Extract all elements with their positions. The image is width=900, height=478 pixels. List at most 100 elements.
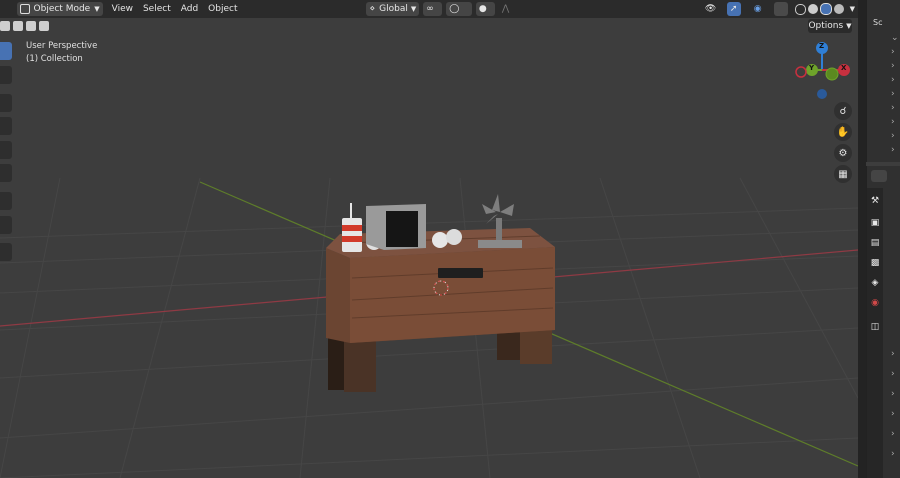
chevron-right-icon[interactable]: ›: [891, 90, 899, 99]
viewport-header: Object Mode ▼ View Select Add Object ⋄ G…: [0, 0, 858, 18]
output-tab[interactable]: ▤: [869, 236, 881, 250]
chevron-right-icon[interactable]: ›: [891, 132, 899, 141]
rotate-tool[interactable]: [0, 117, 12, 135]
chevron-right-icon[interactable]: ›: [891, 76, 899, 85]
pan-button[interactable]: ✋: [834, 123, 852, 141]
proportional-icon: ●: [478, 4, 487, 14]
transform-orientation-dropdown[interactable]: ⋄ Global ▼: [366, 2, 420, 16]
camera-icon: ⚙: [838, 147, 848, 159]
chevron-down-icon: ▼: [410, 5, 417, 13]
chevron-down-icon: ▼: [849, 5, 855, 13]
select-subtract-icon[interactable]: [26, 21, 36, 31]
select-tool[interactable]: [0, 42, 12, 60]
view-name: User Perspective: [26, 41, 98, 51]
fan-base: [478, 240, 522, 248]
chevron-right-icon[interactable]: ›: [891, 370, 899, 379]
options-button[interactable]: Options ▼: [808, 19, 852, 33]
visibility-dropdown[interactable]: 👁: [702, 2, 721, 16]
chevron-right-icon[interactable]: ›: [891, 48, 899, 57]
snap-icon: ◯: [449, 4, 460, 14]
selection-mode-buttons: [0, 19, 54, 33]
navigation-gizmo[interactable]: Z X Y: [792, 38, 854, 100]
world-icon: ◉: [871, 298, 879, 308]
pivot-icon: ∞: [426, 4, 434, 14]
outliner: Sc ⌄ › › › › › › › ›: [866, 0, 900, 162]
collection-label: (1) Collection: [26, 54, 83, 64]
perspective-toggle[interactable]: ▦: [834, 165, 852, 183]
measure-tool[interactable]: [0, 216, 12, 234]
box-icon: ◫: [870, 322, 880, 332]
snap-dropdown[interactable]: ◯: [446, 2, 472, 16]
viewport-scene: [0, 177, 858, 478]
select-new-icon[interactable]: [0, 21, 10, 31]
outliner-scene-label: Sc: [873, 18, 883, 27]
shading-modes[interactable]: [792, 2, 847, 16]
chevron-right-icon[interactable]: ›: [891, 118, 899, 127]
menu-select[interactable]: Select: [138, 2, 176, 16]
transform-tool[interactable]: [0, 164, 12, 182]
menu-object[interactable]: Object: [203, 2, 242, 16]
chevron-right-icon[interactable]: ›: [891, 390, 899, 399]
paper-ball: [432, 232, 448, 248]
proportional-edit-toggle[interactable]: ●: [475, 2, 495, 16]
add-cube-tool[interactable]: [0, 243, 12, 261]
select-intersect-icon[interactable]: [39, 21, 49, 31]
gizmo-z-label: Z: [819, 42, 825, 50]
gizmo-toggle[interactable]: ➚: [726, 2, 741, 16]
desk-front: [350, 247, 555, 343]
properties-editor: ⚒ ▣ ▤ ▩ ◈ ◉ ◫ › › › › › ›: [866, 166, 900, 478]
rendered-shading-icon[interactable]: [833, 4, 844, 14]
collection-tab[interactable]: ◫: [869, 320, 881, 334]
gizmo-icon: ➚: [729, 4, 738, 14]
3d-viewport[interactable]: User Perspective (1) Collection Options …: [0, 18, 858, 478]
render-tab[interactable]: ▣: [869, 216, 881, 230]
mode-icon: [19, 4, 30, 14]
view-layer-tab[interactable]: ▩: [869, 256, 881, 270]
wireframe-shading-icon[interactable]: [794, 3, 806, 15]
falloff-icon: ⋀: [501, 4, 510, 14]
wrench-icon: ⚒: [870, 196, 880, 206]
area-divider[interactable]: [858, 0, 866, 478]
pivot-dropdown[interactable]: ∞: [423, 2, 443, 16]
scene-tab[interactable]: ◈: [869, 276, 881, 290]
menu-add[interactable]: Add: [176, 2, 203, 16]
options-label: Options: [808, 21, 844, 31]
chevron-down-icon[interactable]: ⌄: [891, 34, 899, 43]
overlay-icon: ◉: [753, 4, 762, 14]
chevron-right-icon[interactable]: ›: [891, 410, 899, 419]
cup: [342, 218, 362, 252]
falloff-dropdown[interactable]: ⋀: [499, 2, 518, 16]
chevron-down-icon: ▼: [94, 5, 100, 13]
solid-shading-icon[interactable]: [807, 4, 818, 14]
chevron-right-icon[interactable]: ›: [891, 350, 899, 359]
annotate-tool[interactable]: [0, 192, 12, 210]
chevron-right-icon[interactable]: ›: [891, 62, 899, 71]
move-tool[interactable]: [0, 94, 12, 112]
properties-editor-type[interactable]: [871, 170, 887, 182]
select-extend-icon[interactable]: [13, 21, 23, 31]
overlay-toggle[interactable]: ◉: [751, 2, 770, 16]
material-shading-icon[interactable]: [819, 3, 832, 15]
chevron-right-icon[interactable]: ›: [891, 146, 899, 155]
scale-tool[interactable]: [0, 141, 12, 159]
scene-icon: ◈: [871, 278, 879, 288]
cursor-tool[interactable]: [0, 66, 12, 84]
mode-dropdown[interactable]: Object Mode ▼: [16, 2, 103, 16]
menu-view[interactable]: View: [107, 2, 138, 16]
grid-icon: ▦: [838, 168, 848, 180]
properties-tabs: ⚒ ▣ ▤ ▩ ◈ ◉ ◫: [867, 188, 883, 478]
xray-toggle[interactable]: [773, 2, 788, 16]
orientation-icon: ⋄: [369, 4, 376, 14]
drawer-handle: [438, 268, 483, 278]
chevron-right-icon[interactable]: ›: [891, 450, 899, 459]
tool-tab[interactable]: ⚒: [869, 194, 881, 208]
shading-options-dropdown[interactable]: ▼: [847, 2, 858, 16]
header-spacer: [0, 2, 9, 16]
camera-view-button[interactable]: ⚙: [834, 144, 852, 162]
gizmo-y-label: Y: [809, 64, 815, 72]
zoom-button[interactable]: ☌: [834, 102, 852, 120]
mode-label: Object Mode: [33, 4, 91, 14]
chevron-right-icon[interactable]: ›: [891, 104, 899, 113]
world-tab[interactable]: ◉: [869, 296, 881, 310]
chevron-right-icon[interactable]: ›: [891, 430, 899, 439]
